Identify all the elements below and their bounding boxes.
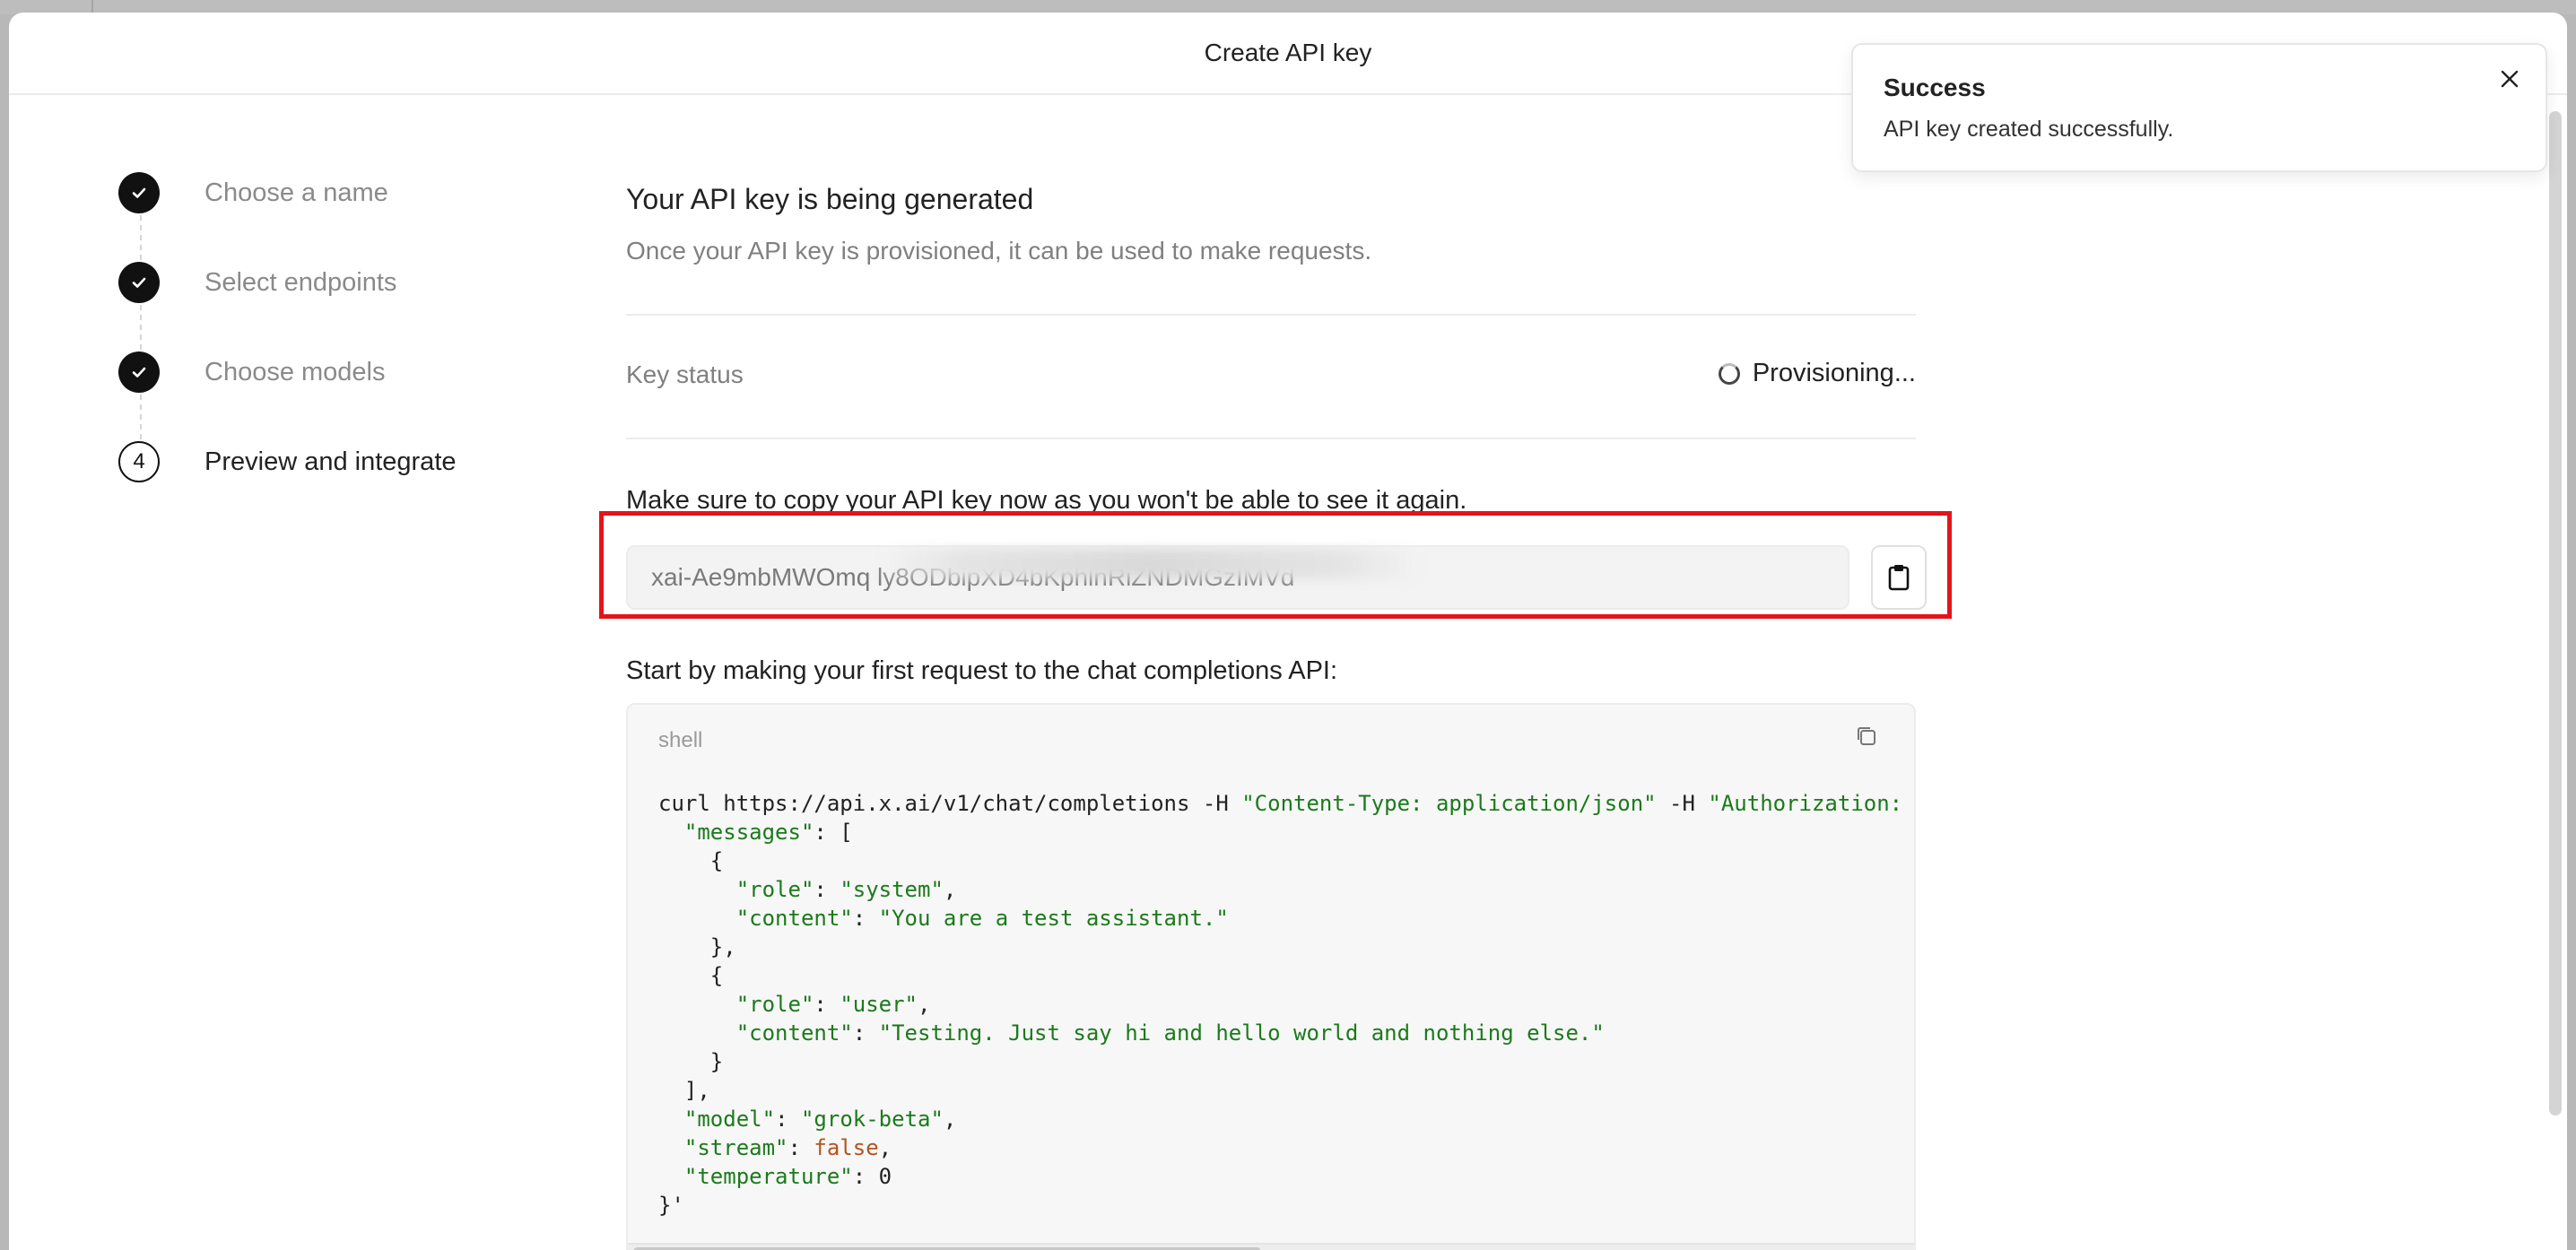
code-token: "You are a test assistant." [878, 906, 1229, 931]
step-preview-integrate[interactable]: 4 Preview and integrate [109, 439, 576, 484]
copy-key-button[interactable] [1871, 545, 1927, 610]
divider [626, 314, 1916, 316]
code-token: "content" [735, 906, 853, 931]
status-text: Provisioning... [1752, 359, 1916, 387]
code-token: "messages" [683, 820, 814, 845]
code-token: "Authorization: [1708, 791, 1903, 816]
step-connector [140, 215, 142, 260]
section-subtitle: Once your API key is provisioned, it can… [626, 237, 1372, 265]
code-token: "Content-Type: application/json" [1241, 791, 1657, 816]
code-block: shell curl https://api.x.ai/v1/chat/comp… [626, 703, 1916, 1250]
redaction-blur [882, 549, 1420, 579]
copy-icon[interactable] [1853, 723, 1880, 750]
code-snippet: curl https://api.x.ai/v1/chat/completion… [658, 791, 1903, 1218]
step-connector [140, 305, 142, 350]
code-token: "stream" [683, 1135, 788, 1160]
code-token: curl https://api.x.ai/v1/chat/completion… [658, 791, 1242, 816]
api-key-row: xai-Ae9mbMWOmq ly8ODbipXD4bKphlnRiZNDMGz… [626, 533, 1927, 622]
modal-title: Create API key [1204, 39, 1372, 66]
code-horizontal-scrollbar[interactable] [628, 1243, 1914, 1250]
step-number: 4 [118, 441, 160, 482]
step-connector [140, 395, 142, 439]
step-choose-name[interactable]: Choose a name [109, 170, 576, 215]
clipboard-icon [1888, 565, 1910, 591]
success-toast: Success API key created successfully. [1851, 43, 2547, 172]
key-status-value: Provisioning... [1718, 359, 1916, 388]
key-status-label: Key status [626, 360, 744, 388]
step-label: Choose models [205, 358, 386, 386]
check-icon [118, 262, 160, 303]
toast-title: Success [1884, 74, 1986, 101]
code-token: "temperature" [683, 1164, 853, 1189]
code-token: 0 [878, 1164, 892, 1189]
spinner-icon [1718, 362, 1740, 385]
check-icon [118, 172, 160, 213]
create-api-key-modal: Create API key Choose a name Select endp… [9, 13, 2567, 1250]
modal-scrollbar[interactable] [2549, 111, 2562, 1115]
step-select-endpoints[interactable]: Select endpoints [109, 260, 576, 305]
code-token: "grok-beta" [800, 1107, 944, 1132]
copy-warning: Make sure to copy your API key now as yo… [626, 486, 1467, 515]
step-label: Choose a name [205, 178, 388, 207]
step-choose-models[interactable]: Choose models [109, 350, 576, 395]
close-icon[interactable] [2493, 63, 2526, 95]
code-token: "content" [735, 1020, 853, 1046]
code-token: false [814, 1135, 879, 1160]
divider [626, 438, 1916, 439]
section-title: Your API key is being generated [626, 183, 1034, 215]
code-token: "Testing. Just say hi and hello world an… [878, 1020, 1605, 1046]
code-token: "user" [840, 992, 918, 1017]
code-token: -H [1656, 791, 1709, 816]
step-label: Preview and integrate [205, 447, 457, 476]
check-icon [118, 352, 160, 393]
code-token: "system" [840, 877, 944, 902]
code-token: "role" [735, 992, 814, 1017]
code-token: "model" [683, 1107, 776, 1132]
code-language-label: shell [658, 728, 703, 752]
toast-message: API key created successfully. [1884, 117, 2174, 142]
step-label: Select endpoints [205, 268, 397, 297]
request-instructions: Start by making your first request to th… [626, 656, 1338, 685]
code-token: "role" [735, 877, 814, 902]
